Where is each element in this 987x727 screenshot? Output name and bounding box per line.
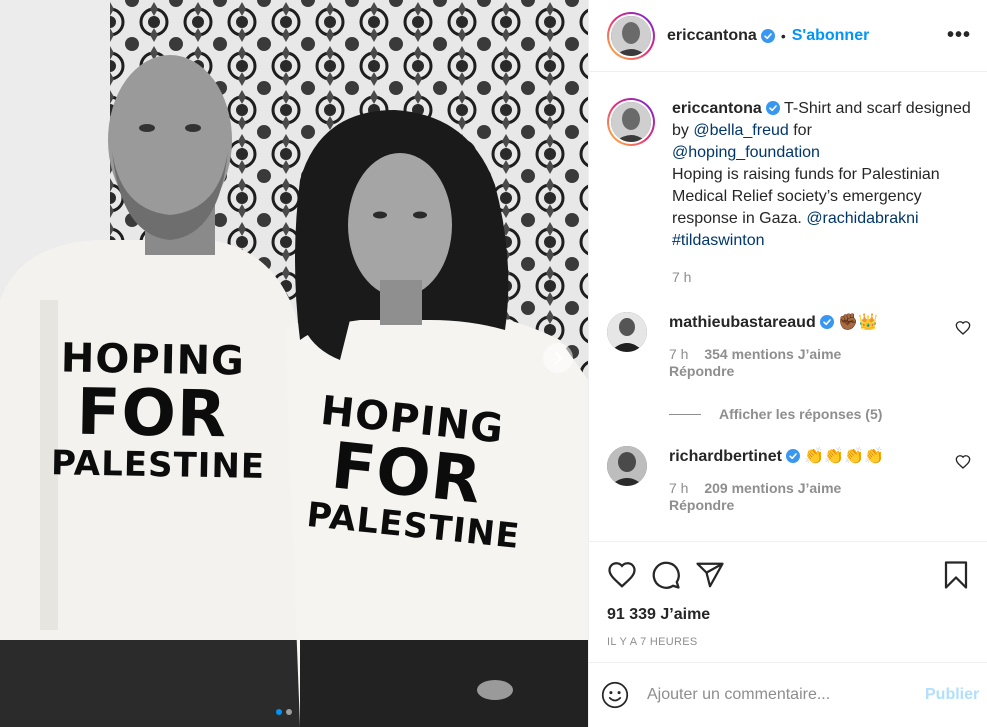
commenter-username[interactable]: mathieubastareaud <box>669 314 816 331</box>
emoji-smiley-icon[interactable] <box>601 681 629 709</box>
comment-timestamp: 7 h <box>669 480 689 496</box>
comment-input[interactable] <box>647 686 925 704</box>
post-panel: ericcantona • S'abonner ••• ericcantona <box>588 0 987 727</box>
reply-button[interactable]: Répondre <box>669 497 939 514</box>
heart-icon[interactable] <box>955 320 971 336</box>
comment-body: mathieubastareaud ✊🏾👑 7 h 354 mentions J… <box>669 312 939 380</box>
likes-count[interactable]: 91 339 J’aime <box>607 606 971 624</box>
carousel-dot-active <box>276 709 282 715</box>
add-comment-bar: Publier <box>589 662 987 727</box>
divider-line <box>669 413 701 415</box>
commenter-avatar[interactable] <box>607 446 647 486</box>
comment-bubble-icon[interactable] <box>651 560 681 590</box>
author-username[interactable]: ericcantona <box>667 27 757 45</box>
comment-timestamp: 7 h <box>669 346 689 362</box>
carousel-indicator <box>276 709 292 715</box>
post-timestamp: IL Y A 7 HEURES <box>607 636 698 648</box>
carousel-next-button[interactable] <box>543 343 573 373</box>
comment-text: 👏👏👏👏 <box>804 448 885 465</box>
commenter-avatar[interactable] <box>607 312 647 352</box>
separator-dot: • <box>780 27 786 44</box>
verified-badge-icon <box>765 101 780 115</box>
shirt-slogan-left: HOPING FOR PALESTINE <box>50 335 266 487</box>
hashtag-link[interactable]: #tildaswinton <box>672 232 765 249</box>
comment-meta: 7 h 354 mentions J’aime Répondre <box>669 346 939 380</box>
save-bookmark-icon[interactable] <box>941 560 971 590</box>
heart-icon[interactable] <box>955 454 971 470</box>
comment-meta: 7 h 209 mentions J’aime Répondre <box>669 480 939 514</box>
author-avatar[interactable] <box>611 15 651 56</box>
comments-section[interactable]: ericcantona T-Shirt and scarf designed b… <box>589 72 987 541</box>
post-actions: 91 339 J’aime IL Y A 7 HEURES <box>589 541 987 648</box>
shirt-slogan-right: HOPING FOR PALESTINE <box>304 387 522 558</box>
mention-link[interactable]: @bella_freud <box>693 122 788 139</box>
comment-item: mathieubastareaud ✊🏾👑 7 h 354 mentions J… <box>607 312 971 380</box>
view-replies-button[interactable]: Afficher les réponses (5) <box>669 406 971 422</box>
comment-item: richardbertinet 👏👏👏👏 7 h 209 mentions J’… <box>607 446 971 514</box>
comment-text: ✊🏾👑 <box>838 314 879 331</box>
mention-link[interactable]: @hoping_foundation <box>672 144 820 161</box>
commenter-username[interactable]: richardbertinet <box>669 448 782 465</box>
instagram-post: HOPING FOR PALESTINE HOPING FOR PALESTIN… <box>0 0 987 727</box>
caption-avatar[interactable] <box>611 102 651 142</box>
caption-story-ring[interactable] <box>607 98 655 146</box>
comment-likes[interactable]: 209 mentions J’aime <box>704 480 841 496</box>
publish-button[interactable]: Publier <box>925 686 987 704</box>
post-photo[interactable]: HOPING FOR PALESTINE HOPING FOR PALESTIN… <box>0 0 588 727</box>
mention-link[interactable]: @rachidabrakni <box>806 210 918 227</box>
story-ring[interactable] <box>607 11 655 60</box>
share-paper-plane-icon[interactable] <box>695 560 725 590</box>
verified-badge-icon <box>819 315 834 329</box>
reply-button[interactable]: Répondre <box>669 363 939 380</box>
caption-username[interactable]: ericcantona <box>672 100 762 117</box>
carousel-dot <box>286 709 292 715</box>
action-icons <box>607 558 971 592</box>
post-caption: ericcantona T-Shirt and scarf designed b… <box>607 98 971 288</box>
follow-button[interactable]: S'abonner <box>792 27 870 45</box>
comment-likes[interactable]: 354 mentions J’aime <box>704 346 841 362</box>
comment-body: richardbertinet 👏👏👏👏 7 h 209 mentions J’… <box>669 446 939 514</box>
verified-badge-icon <box>785 449 800 463</box>
like-heart-icon[interactable] <box>607 560 637 590</box>
more-options-icon[interactable]: ••• <box>947 24 971 47</box>
verified-badge-icon <box>760 28 775 43</box>
caption-timestamp: 7 h <box>672 269 692 285</box>
caption-text: ericcantona T-Shirt and scarf designed b… <box>672 98 971 288</box>
post-header: ericcantona • S'abonner ••• <box>589 0 987 72</box>
chevron-right-icon <box>554 351 563 365</box>
